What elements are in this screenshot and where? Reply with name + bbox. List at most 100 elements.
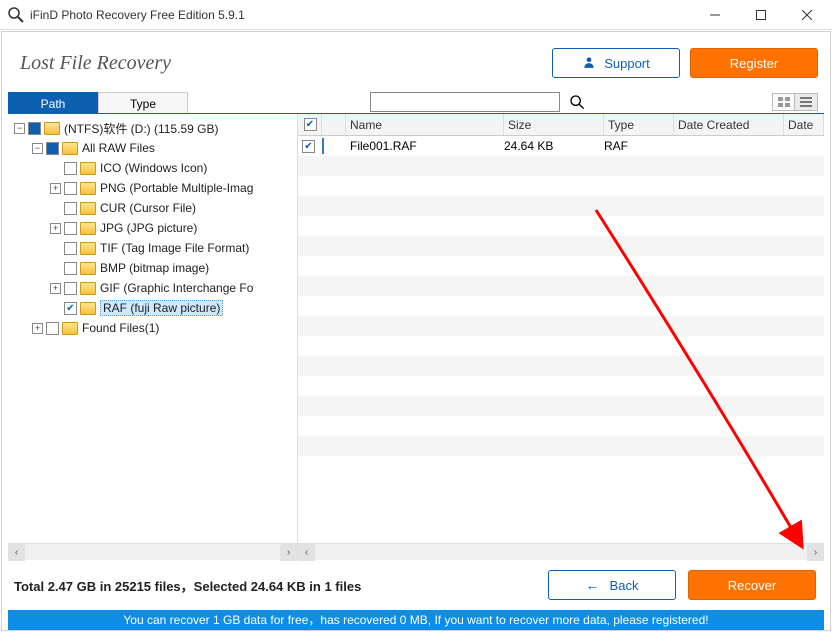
folder-icon [80,162,96,175]
list-hscroll[interactable]: ‹ › [298,543,824,560]
select-all-checkbox[interactable] [304,118,317,131]
scroll-right-icon[interactable]: › [280,544,297,561]
page-title: Lost File Recovery [20,52,552,75]
tree-node[interactable]: TIF (Tag Image File Format) [8,238,297,258]
expand-icon[interactable]: + [50,223,61,234]
tree-label: TIF (Tag Image File Format) [100,241,249,255]
list-header: Name Size Type Date Created Date [298,114,824,136]
back-label: Back [610,578,639,593]
title-bar: iFinD Photo Recovery Free Edition 5.9.1 [0,0,832,30]
checkbox[interactable] [46,142,59,155]
file-size: 24.64 KB [504,139,604,153]
support-button[interactable]: Support [552,48,680,78]
tree-label: JPG (JPG picture) [100,221,197,235]
header: Lost File Recovery Support Register [8,38,824,92]
checkbox[interactable] [28,122,41,135]
checkbox[interactable] [64,262,77,275]
tree-hscroll[interactable]: ‹ › [8,543,297,560]
folder-icon [80,302,96,315]
search-input[interactable] [370,92,560,112]
tree-node-allraw[interactable]: − All RAW Files [8,138,297,158]
scroll-left-icon[interactable]: ‹ [298,544,315,561]
folder-icon [80,182,96,195]
search-button[interactable] [564,94,590,110]
person-icon [582,55,596,72]
tree-node[interactable]: + PNG (Portable Multiple-Imag [8,178,297,198]
tree-node-root[interactable]: − (NTFS)软件 (D:) (115.59 GB) [8,118,297,138]
tree-label: RAF (fuji Raw picture) [100,300,223,316]
checkbox[interactable] [64,202,77,215]
col-size[interactable]: Size [504,114,604,135]
tree-label: All RAW Files [82,141,155,155]
expand-icon[interactable]: + [32,323,43,334]
row-checkbox[interactable] [302,140,315,153]
tree-node[interactable]: + GIF (Graphic Interchange Fo [8,278,297,298]
tree-label: ICO (Windows Icon) [100,161,207,175]
checkbox[interactable] [64,302,77,315]
col-date2[interactable]: Date [784,114,824,135]
tree-node-selected[interactable]: RAF (fuji Raw picture) [8,298,297,318]
folder-icon [62,142,78,155]
folder-tree[interactable]: − (NTFS)软件 (D:) (115.59 GB) − All RAW Fi… [8,114,297,543]
checkbox[interactable] [64,282,77,295]
file-row[interactable]: File001.RAF 24.64 KB RAF [298,136,824,156]
scroll-left-icon[interactable]: ‹ [8,544,25,561]
tab-path[interactable]: Path [8,92,98,113]
tree-label: (NTFS)软件 (D:) (115.59 GB) [64,120,218,137]
expand-icon[interactable]: + [50,183,61,194]
back-button[interactable]: ← Back [548,570,676,600]
checkbox[interactable] [64,222,77,235]
tree-label: GIF (Graphic Interchange Fo [100,281,253,295]
file-name: File001.RAF [346,139,504,153]
register-label: Register [730,56,778,71]
support-label: Support [604,56,650,71]
view-toggle [772,93,818,111]
tree-node[interactable]: + JPG (JPG picture) [8,218,297,238]
recover-button[interactable]: Recover [688,570,816,600]
tree-label: BMP (bitmap image) [100,261,209,275]
expand-icon[interactable]: + [50,283,61,294]
checkbox[interactable] [64,242,77,255]
folder-icon [80,262,96,275]
promo-banner: You can recover 1 GB data for free，has r… [8,610,824,630]
folder-icon [80,282,96,295]
tree-node[interactable]: BMP (bitmap image) [8,258,297,278]
minimize-button[interactable] [692,0,738,30]
checkbox[interactable] [64,182,77,195]
summary-text: Total 2.47 GB in 25215 files，Selected 24… [14,576,548,595]
folder-icon [62,322,78,335]
tree-node-found[interactable]: + Found Files(1) [8,318,297,338]
app-icon [8,7,24,23]
folder-icon [80,222,96,235]
tree-node[interactable]: CUR (Cursor File) [8,198,297,218]
tree-label: Found Files(1) [82,321,159,335]
view-list-icon[interactable] [795,94,817,110]
folder-icon [44,122,60,135]
file-list-pane: Name Size Type Date Created Date File001… [298,114,824,560]
col-date-created[interactable]: Date Created [674,114,784,135]
file-list[interactable]: File001.RAF 24.64 KB RAF [298,136,824,543]
tree-label: CUR (Cursor File) [100,201,196,215]
arrow-left-icon: ← [586,577,600,593]
close-button[interactable] [784,0,830,30]
scroll-right-icon[interactable]: › [807,544,824,561]
collapse-icon[interactable]: − [32,143,43,154]
collapse-icon[interactable]: − [14,123,25,134]
folder-icon [80,242,96,255]
recover-label: Recover [728,578,776,593]
register-button[interactable]: Register [690,48,818,78]
tree-node[interactable]: ICO (Windows Icon) [8,158,297,178]
footer: Total 2.47 GB in 25215 files，Selected 24… [8,560,824,606]
checkbox[interactable] [46,322,59,335]
folder-icon [80,202,96,215]
view-grid-icon[interactable] [773,94,795,110]
col-type[interactable]: Type [604,114,674,135]
tab-type[interactable]: Type [98,92,188,113]
tabs-row: Path Type [8,92,824,114]
file-type: RAF [604,139,674,153]
tree-label: PNG (Portable Multiple-Imag [100,181,253,195]
checkbox[interactable] [64,162,77,175]
col-name[interactable]: Name [346,114,504,135]
window-title: iFinD Photo Recovery Free Edition 5.9.1 [30,8,692,22]
maximize-button[interactable] [738,0,784,30]
